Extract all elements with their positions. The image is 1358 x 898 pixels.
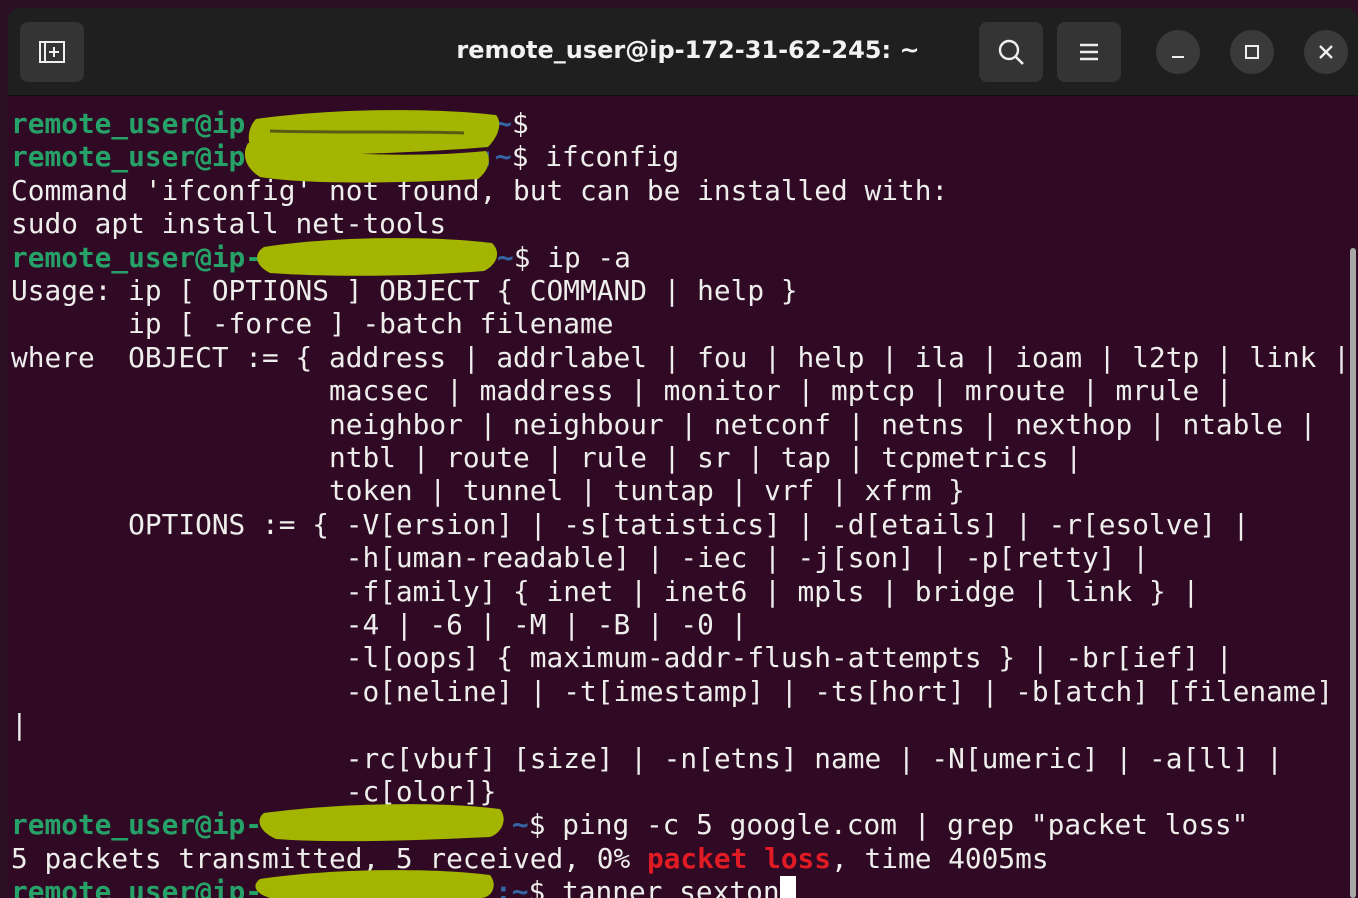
search-button[interactable]	[979, 22, 1043, 82]
terminal-line-prompt: remote_user@ip ~$	[11, 107, 529, 140]
terminal-line: 5 packets transmitted, 5 received, 0% pa…	[11, 842, 1049, 876]
new-tab-icon	[39, 41, 65, 63]
terminal-line: ntbl | route | rule | sr | tap | tcpmetr…	[11, 441, 1083, 474]
terminal-line: sudo apt install net-tools	[11, 207, 447, 240]
prompt-user: remote_user@ip	[11, 107, 246, 140]
minimize-button[interactable]	[1156, 30, 1200, 74]
prompt-path: ~	[495, 107, 513, 140]
grep-highlight: packet loss	[646, 842, 832, 875]
terminal-line-prompt: remote_user@ip:~$ ifconfig	[11, 140, 680, 173]
terminal-line: token | tunnel | tuntap | vrf | xfrm }	[11, 474, 965, 507]
terminal-line: -h[uman-readable] | -iec | -j[son] | -p[…	[11, 541, 1149, 574]
terminal-line: -l[oops] { maximum-addr-flush-attempts }…	[11, 641, 1233, 674]
prompt-path: :~	[495, 875, 529, 898]
terminal-line: OPTIONS := { -V[ersion] | -s[tatistics] …	[11, 508, 1250, 541]
prompt-path: :~	[478, 140, 512, 173]
terminal-window: remote_user@ip-172-31-62-245: ~ remote_u…	[8, 8, 1358, 898]
prompt-user: remote_user@ip-	[11, 808, 263, 841]
text-cursor	[779, 876, 796, 898]
terminal-line: ip [ -force ] -batch filename	[11, 307, 614, 340]
prompt-path: ~	[512, 808, 529, 841]
minimize-icon	[1172, 56, 1184, 58]
terminal-line-prompt: remote_user@ip-172:~$ ip -a	[11, 241, 631, 274]
prompt-user: remote_user@ip-172	[11, 241, 313, 274]
prompt-path: :~	[480, 241, 514, 274]
output-text: , time 4005ms	[831, 842, 1049, 875]
scrollbar[interactable]	[1350, 248, 1356, 898]
terminal-line: -o[neline] | -t[imestamp] | -ts[hort] | …	[11, 675, 1334, 708]
terminal-line: neighbor | neighbour | netconf | netns |…	[11, 408, 1317, 441]
maximize-icon	[1245, 45, 1259, 59]
terminal-line: |	[11, 708, 28, 741]
menu-button[interactable]	[1057, 22, 1121, 82]
terminal-line-prompt: remote_user@ip-:~$ tanner sexton	[11, 875, 796, 898]
prompt-user: remote_user@ip-	[11, 875, 263, 898]
terminal-line: -c[olor]}	[11, 775, 497, 808]
close-icon	[1319, 45, 1333, 59]
terminal-line: -f[amily] { inet | inet6 | mpls | bridge…	[11, 575, 1200, 608]
hamburger-menu-icon	[1080, 43, 1098, 61]
command-text: ip -a	[530, 241, 631, 274]
search-icon	[998, 39, 1024, 65]
terminal-line: macsec | maddress | monitor | mptcp | mr…	[11, 374, 1233, 407]
output-text: 5 packets transmitted, 5 received, 0%	[11, 842, 647, 875]
new-tab-button[interactable]	[20, 22, 84, 82]
command-text: ping -c 5 google.com | grep "packet loss…	[545, 808, 1249, 841]
command-text: ifconfig	[528, 140, 680, 173]
terminal-line: Command 'ifconfig' not found, but can be…	[11, 174, 949, 207]
title-bar: remote_user@ip-172-31-62-245: ~	[8, 8, 1358, 96]
terminal-line: -4 | -6 | -M | -B | -0 |	[11, 608, 748, 641]
prompt-user: remote_user@ip	[11, 140, 246, 173]
close-button[interactable]	[1304, 30, 1348, 74]
command-input[interactable]: tanner sexton	[545, 875, 780, 898]
window-title: remote_user@ip-172-31-62-245: ~	[456, 36, 920, 64]
terminal-line: -rc[vbuf] [size] | -n[etns] name | -N[um…	[11, 742, 1283, 775]
terminal-line-prompt: remote_user@ip- ~$ ping -c 5 google.com |…	[11, 808, 1249, 841]
terminal-line: where OBJECT := { address | addrlabel | …	[11, 341, 1350, 374]
maximize-button[interactable]	[1230, 30, 1274, 74]
terminal-output[interactable]: remote_user@ip ~$ remote_user@ip:~$ ifcon…	[8, 101, 1358, 898]
terminal-line: Usage: ip [ OPTIONS ] OBJECT { COMMAND |…	[11, 274, 798, 307]
